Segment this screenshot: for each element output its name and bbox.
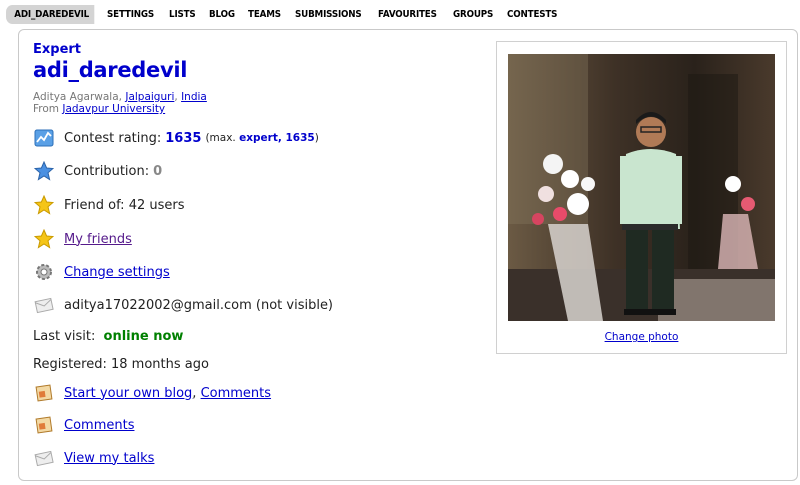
contribution-row: Contribution: 0	[33, 159, 162, 183]
user-organization: From Jadavpur University	[33, 103, 165, 115]
contest-rating-row: Contest rating: 1635 (max. expert, 1635)	[33, 126, 319, 150]
menu-item-blog[interactable]: BLOG	[204, 5, 240, 24]
menu-item-profile[interactable]: ADI_DAREDEVIL	[6, 5, 95, 24]
user-real-name: Aditya Agarwala,	[33, 91, 122, 103]
rating-max: (max. expert, 1635)	[205, 132, 319, 144]
top-menu: ADI_DAREDEVIL SETTINGS LISTS BLOG TEAMS …	[6, 5, 568, 24]
my-friends-row: My friends	[33, 227, 132, 251]
contribution-value: 0	[153, 163, 163, 179]
email-row: aditya17022002@gmail.com (not visible)	[33, 293, 333, 317]
chart-icon	[33, 127, 55, 149]
email-text: aditya17022002@gmail.com (not visible)	[64, 297, 334, 313]
envelope-icon	[33, 294, 55, 316]
menu-item-favourites[interactable]: FAVOURITES	[373, 5, 442, 24]
star-icon	[33, 228, 55, 250]
blog-comments-link[interactable]: Comments	[201, 386, 271, 401]
last-visit-value: online now	[103, 329, 184, 344]
change-settings-link[interactable]: Change settings	[64, 265, 170, 280]
blog-separator: ,	[192, 385, 197, 401]
start-blog-link[interactable]: Start your own blog	[64, 386, 192, 401]
from-label: From	[33, 103, 60, 115]
contribution-label: Contribution:	[64, 163, 150, 179]
menu-item-teams[interactable]: TEAMS	[243, 5, 286, 24]
change-photo-link[interactable]: Change photo	[497, 331, 786, 343]
menu-item-submissions[interactable]: SUBMISSIONS	[290, 5, 367, 24]
star-icon	[33, 194, 55, 216]
organization-link[interactable]: Jadavpur University	[62, 103, 165, 115]
blue-star-icon	[33, 160, 55, 182]
menu-item-contests[interactable]: CONTESTS	[502, 5, 562, 24]
gear-icon	[33, 261, 55, 283]
menu-item-lists[interactable]: LISTS	[164, 5, 201, 24]
blog-icon	[33, 382, 55, 404]
friend-of-row: Friend of: 42 users	[33, 193, 185, 217]
last-visit-label: Last visit:	[33, 329, 96, 344]
blog-row: Start your own blog, Comments	[33, 381, 271, 405]
profile-photo	[508, 54, 775, 321]
country-link[interactable]: India	[181, 91, 207, 103]
blog-icon	[33, 414, 55, 436]
rating-value: 1635	[165, 130, 202, 146]
photo-box: Change photo	[496, 41, 787, 354]
change-settings-row: Change settings	[33, 260, 170, 284]
menu-item-settings[interactable]: SETTINGS	[102, 5, 159, 24]
view-talks-link[interactable]: View my talks	[64, 451, 154, 466]
friend-of-text: Friend of: 42 users	[64, 197, 185, 213]
talks-row: View my talks	[33, 446, 154, 470]
user-name-location: Aditya Agarwala, Jalpaiguri, India	[33, 91, 207, 103]
user-rank: Expert	[33, 42, 82, 57]
my-friends-link[interactable]: My friends	[64, 232, 132, 247]
last-visit: Last visit: online now	[33, 329, 183, 344]
registered: Registered: 18 months ago	[33, 357, 209, 372]
comments-link[interactable]: Comments	[64, 418, 134, 433]
menu-item-groups[interactable]: GROUPS	[448, 5, 498, 24]
comments-row: Comments	[33, 413, 134, 437]
user-handle: adi_daredevil	[33, 58, 188, 82]
rating-label: Contest rating:	[64, 130, 162, 146]
city-link[interactable]: Jalpaiguri	[125, 91, 174, 103]
envelope-icon	[33, 447, 55, 469]
profile-box: Expert adi_daredevil Aditya Agarwala, Ja…	[18, 29, 798, 481]
